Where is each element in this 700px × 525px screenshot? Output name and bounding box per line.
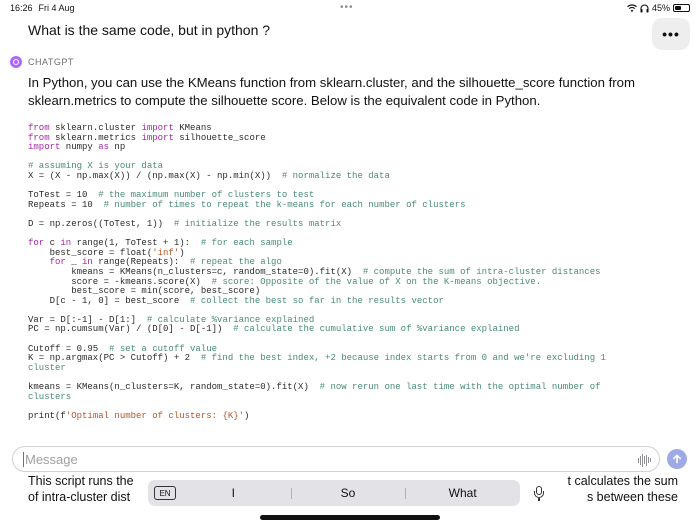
status-bar: 16:26 Fri 4 Aug ••• 45% — [0, 0, 700, 16]
dictation-mic-icon[interactable] — [532, 486, 546, 502]
keyboard-suggestion-bar: EN I So What — [148, 480, 520, 506]
more-options-button[interactable]: ••• — [652, 18, 690, 50]
send-button[interactable] — [667, 449, 687, 469]
message-input[interactable] — [25, 449, 625, 469]
home-indicator[interactable] — [260, 515, 440, 520]
voice-waveform-icon[interactable] — [638, 453, 651, 467]
message-input-container[interactable] — [12, 446, 660, 472]
code-line: PC = np.cumsum(Var) / (D[0] - D[-1]) # c… — [28, 324, 520, 335]
battery-percent: 45% — [651, 3, 670, 13]
assistant-intro: In Python, you can use the KMeans functi… — [28, 75, 635, 108]
suggestion-3[interactable]: What — [405, 486, 520, 500]
code-line: D = np.zeros((ToTest, 1)) # initialize t… — [28, 218, 342, 229]
keyboard-language-key[interactable]: EN — [154, 486, 176, 500]
assistant-name: CHATGPT — [28, 57, 74, 67]
code-line: print(f'Optimal number of clusters: {K}'… — [28, 410, 250, 421]
suggestion-1[interactable]: I — [176, 486, 291, 500]
headphones-icon — [640, 3, 649, 12]
code-line: from sklearn.metrics import silhouette_s… — [28, 132, 266, 143]
battery-level — [675, 6, 681, 10]
code-line: Repeats = 10 # number of times to repeat… — [28, 199, 466, 210]
followup-line-1-right: t calculates the sum — [567, 474, 678, 488]
multitasking-dots-icon[interactable]: ••• — [340, 2, 354, 13]
code-line: D[c - 1, 0] = best_score # collect the b… — [28, 295, 444, 306]
code-line: X = (X - np.max(X)) / (np.max(X) - np.mi… — [28, 170, 390, 181]
assistant-header: CHATGPT — [10, 56, 74, 68]
followup-line-1-left: This script runs the — [28, 474, 134, 488]
chatgpt-logo-icon — [10, 56, 22, 68]
followup-line-2-right: s between these — [586, 490, 678, 504]
text-cursor — [23, 452, 24, 467]
arrow-up-icon — [673, 454, 681, 464]
followup-line-2-left: of intra-cluster dist — [28, 490, 131, 504]
code-line: K = np.argmax(PC > Cutoff) + 2 # find th… — [28, 353, 606, 364]
battery-icon — [673, 4, 690, 12]
status-date: Fri 4 Aug — [38, 3, 75, 13]
user-message: What is the same code, but in python ? — [28, 22, 271, 38]
code-line: import numpy as np — [28, 142, 126, 153]
wifi-icon — [627, 4, 637, 12]
status-time: 16:26 — [10, 3, 33, 13]
code-line: clusters — [28, 391, 72, 402]
code-line: cluster — [28, 362, 66, 373]
code-block: from sklearn.cluster import KMeans from s… — [28, 123, 678, 421]
code-line: kmeans = KMeans(n_clusters=K, random_sta… — [28, 382, 601, 393]
suggestion-2[interactable]: So — [290, 486, 406, 500]
